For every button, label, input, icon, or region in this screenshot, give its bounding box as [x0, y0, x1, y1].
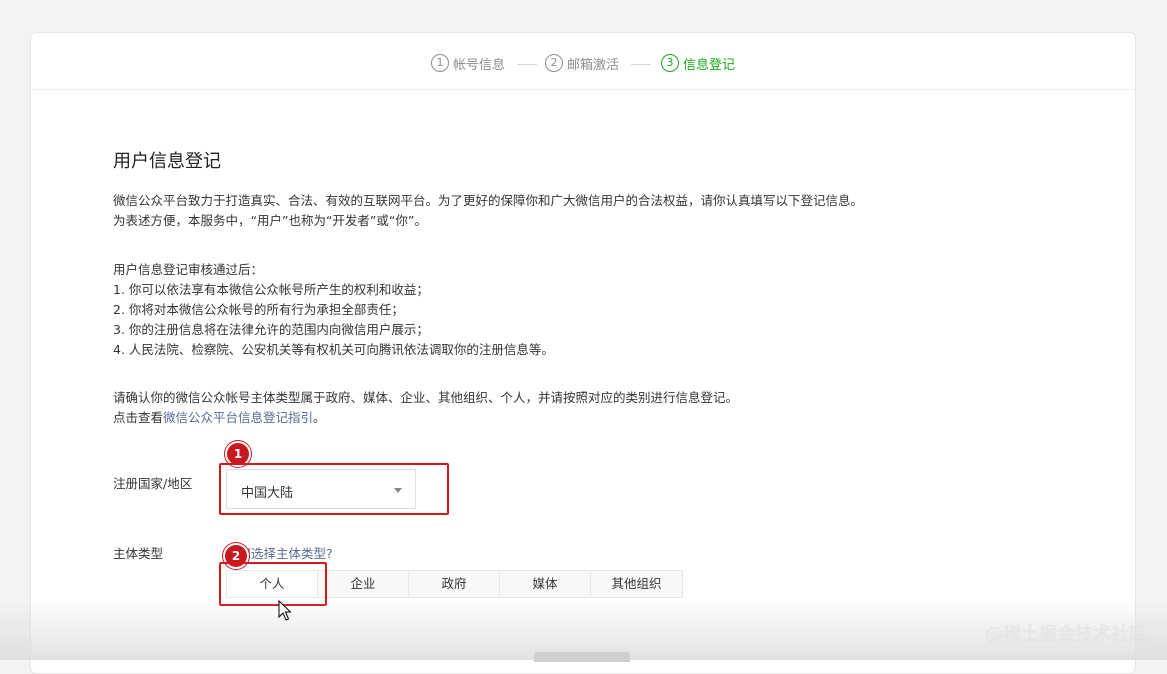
intro-text: 微信公众平台致力于打造真实、合法、有效的互联网平台。为了更好的保障你和广大微信用…	[113, 191, 863, 231]
guide-link[interactable]: 微信公众平台信息登记指引	[163, 410, 313, 425]
guide-prefix: 点击查看	[113, 410, 164, 425]
intro-line: 微信公众平台致力于打造真实、合法、有效的互联网平台。为了更好的保障你和广大微信用…	[113, 193, 864, 208]
confirm-line: 请确认你的微信公众帐号主体类型属于政府、媒体、企业、其他组织、个人，并请按照对应…	[113, 390, 739, 405]
step-label: 邮箱激活	[567, 57, 620, 73]
review-heading: 用户信息登记审核通过后：	[113, 262, 264, 277]
step-number: 1	[431, 54, 449, 72]
confirm-text: 请确认你的微信公众帐号主体类型属于政府、媒体、企业、其他组织、个人，并请按照对应…	[113, 388, 738, 428]
step-separator	[631, 64, 651, 65]
step-label: 帐号信息	[453, 57, 506, 73]
next-button[interactable]	[534, 652, 630, 662]
review-item: 2. 你将对本微信公众帐号的所有行为承担全部责任；	[113, 302, 404, 317]
step-email-activation: 2 邮箱激活	[545, 53, 619, 73]
step-indicator: 1 帐号信息 2 邮箱激活 3 信息登记	[31, 33, 1135, 90]
review-item: 1. 你可以依法享有本微信公众帐号所产生的权利和收益；	[113, 282, 429, 297]
mouse-pointer-icon	[278, 600, 292, 621]
guide-suffix: 。	[313, 410, 326, 425]
step-number: 2	[545, 54, 563, 72]
subject-type-label: 主体类型	[113, 546, 164, 561]
page-title: 用户信息登记	[113, 151, 221, 172]
step-label: 信息登记	[683, 57, 736, 73]
region-label: 注册国家/地区	[113, 476, 193, 491]
subject-option-government[interactable]: 政府	[409, 571, 500, 597]
subject-option-other-org[interactable]: 其他组织	[591, 571, 682, 597]
review-item: 3. 你的注册信息将在法律允许的范围内向微信用户展示；	[113, 322, 429, 337]
intro-line: 为表述方便，本服务中，“用户”也称为“开发者”或“你”。	[113, 213, 427, 228]
annotation-highlight-region	[219, 463, 449, 515]
step-number: 3	[661, 54, 679, 72]
step-info-registration: 3 信息登记	[661, 53, 735, 73]
registration-card: 1 帐号信息 2 邮箱激活 3 信息登记 用户信息登记 微信公众平台致力于打造真…	[30, 32, 1136, 674]
subject-option-enterprise[interactable]: 企业	[318, 571, 409, 597]
review-rights-text: 用户信息登记审核通过后： 1. 你可以依法享有本微信公众帐号所产生的权利和收益；…	[113, 260, 554, 360]
watermark: @稀土掘金技术社区	[985, 624, 1147, 645]
subject-option-media[interactable]: 媒体	[500, 571, 591, 597]
guide-line: 点击查看微信公众平台信息登记指引。	[113, 408, 738, 428]
step-separator	[517, 64, 537, 65]
review-item: 4. 人民法院、检察院、公安机关等有权机关可向腾讯依法调取你的注册信息等。	[113, 342, 554, 357]
step-account-info: 1 帐号信息	[431, 53, 505, 73]
